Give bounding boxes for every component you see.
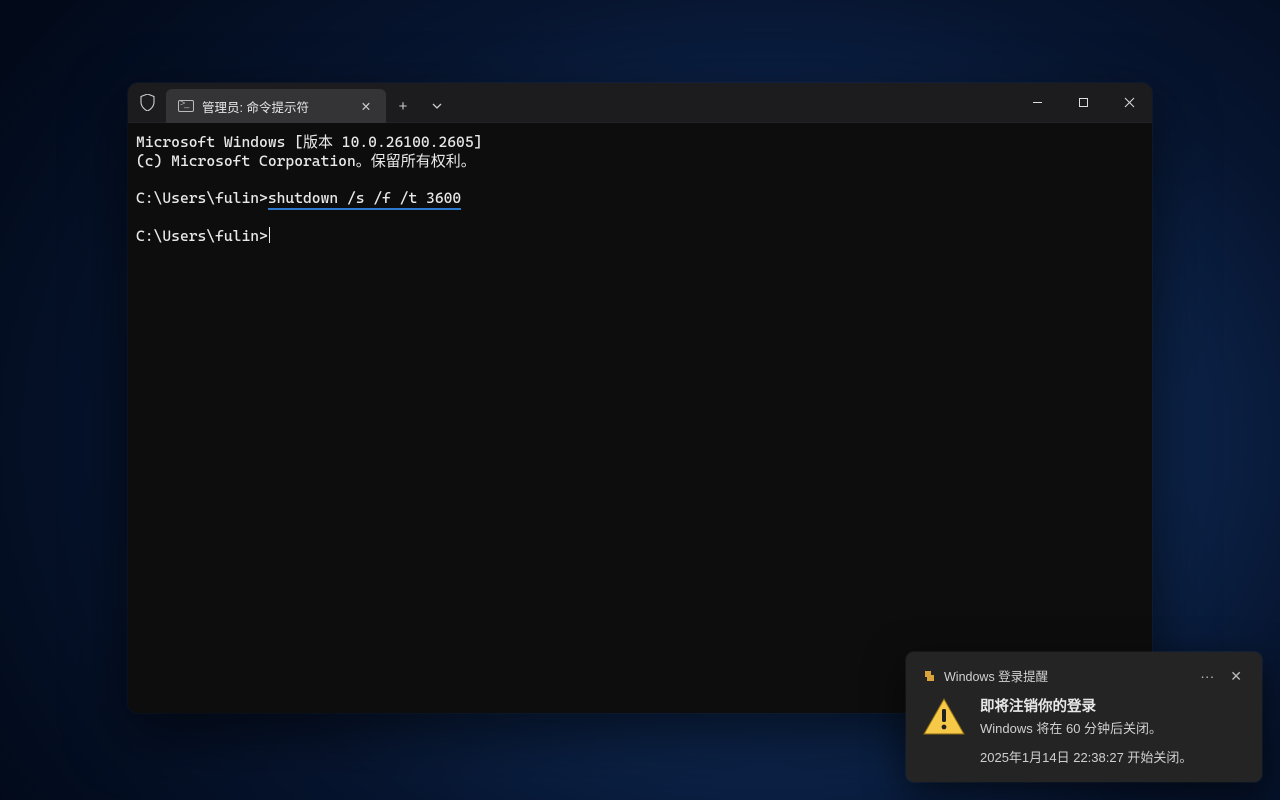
text-cursor [269,227,270,243]
terminal-output[interactable]: Microsoft Windows [版本 10.0.26100.2605] (… [128,123,1152,713]
terminal-prompt: C:\Users\fulin> [136,189,268,207]
warning-icon [922,697,966,737]
notification-app-title: Windows 登录提醒 [944,666,1188,685]
admin-shield-icon [128,83,166,122]
tab-cmd[interactable]: 管理员: 命令提示符 ✕ [166,89,386,123]
maximize-button[interactable] [1060,83,1106,122]
notification-headline: 即将注销你的登录 [980,695,1192,716]
cmd-icon [178,100,194,112]
titlebar-drag-region[interactable] [454,83,1014,122]
notification-body: 即将注销你的登录 Windows 将在 60 分钟后关闭。 2025年1月14日… [922,695,1246,766]
terminal-window: 管理员: 命令提示符 ✕ + Microsoft Windows [版本 10.… [128,83,1152,713]
notification-header: Windows 登录提醒 ··· ✕ [922,666,1246,685]
window-titlebar[interactable]: 管理员: 命令提示符 ✕ + [128,83,1152,123]
terminal-command: shutdown /s /f /t 3600 [268,189,461,210]
notification-close-button[interactable]: ✕ [1226,667,1246,685]
tab-title: 管理员: 命令提示符 [202,97,348,116]
system-notification[interactable]: Windows 登录提醒 ··· ✕ 即将注销你的登录 Windows 将在 6… [906,652,1262,782]
notification-more-button[interactable]: ··· [1196,667,1218,685]
terminal-line: (c) Microsoft Corporation。保留所有权利。 [136,152,476,170]
notification-message: Windows 将在 60 分钟后关闭。 [980,718,1192,737]
new-tab-button[interactable]: + [386,89,420,123]
notification-app-icon [922,669,936,683]
notification-timestamp: 2025年1月14日 22:38:27 开始关闭。 [980,747,1192,766]
terminal-prompt: C:\Users\fulin> [136,227,268,245]
tab-close-button[interactable]: ✕ [356,96,376,116]
close-button[interactable] [1106,83,1152,122]
terminal-line: Microsoft Windows [版本 10.0.26100.2605] [136,133,482,151]
tab-dropdown-button[interactable] [420,89,454,123]
minimize-button[interactable] [1014,83,1060,122]
